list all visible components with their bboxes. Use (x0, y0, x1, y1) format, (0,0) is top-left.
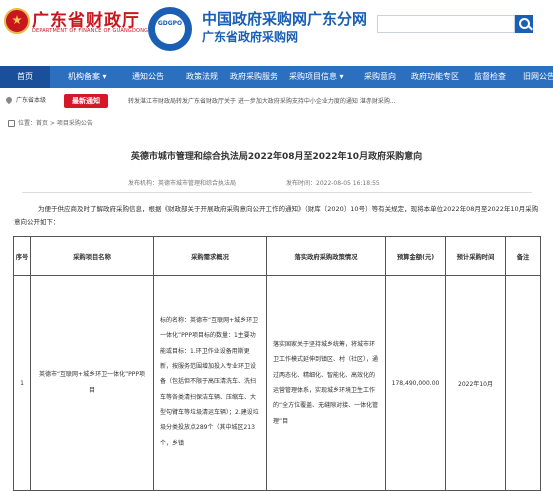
location-pin-icon (4, 95, 14, 105)
header-index: 序号 (13, 236, 31, 276)
nav-old-notices[interactable]: 旧网公告 (523, 66, 553, 88)
cell-project-name: 英德市“互联网+城乡环卫一体化”PPP项目 (30, 275, 154, 491)
breadcrumb-text[interactable]: 位置：首页 > 项目采购公告 (18, 120, 93, 127)
site-header: 广东省财政厅 DEPARTMENT OF FINANCE OF GUANGDON… (0, 0, 553, 66)
search-button[interactable] (515, 15, 533, 33)
page-title: 英德市城市管理和综合执法局2022年08月至2022年10月政府采购意向 (130, 152, 423, 162)
nav-policies[interactable]: 政策法规 (186, 66, 218, 88)
policy-text: 落实国家关于坚持城乡统筹，将城市环卫工作模式延伸到镇区、村（社区），通过两态化、… (273, 341, 379, 425)
cell-remark (505, 275, 541, 491)
nav-org-filing[interactable]: 机构备案 ▾ (68, 66, 107, 88)
notice-marquee[interactable]: 转发湛江市财政局转发广东省财政厅关于 进一步加大政府采购支持中小企业力度的通知 … (128, 96, 553, 105)
table-header-row: 序号 采购项目名称 采购需求概况 落实政府采购政策情况 预算金额(元) 预计采购… (13, 236, 541, 276)
main-nav: 首页 机构备案 ▾ 通知公告 政策法规 政府采购服务 采购项目信息 ▾ 采购意向… (0, 66, 553, 88)
nav-procurement-intent[interactable]: 采购意向 (364, 66, 396, 88)
nav-home[interactable]: 首页 (0, 66, 50, 88)
header-demand: 采购需求概况 (153, 236, 267, 276)
cell-index: 1 (13, 275, 31, 491)
cell-time: 2022年10月 (445, 275, 506, 491)
search-icon (519, 18, 530, 29)
table-row: 1 英德市“互联网+城乡环卫一体化”PPP项目 标的名称：英德市“互联网+城乡环… (13, 275, 541, 491)
cell-demand: 标的名称：英德市“互联网+城乡环卫一体化”PPP项目标的数量：1主要功能或目标：… (153, 275, 267, 491)
info-bar: 广东省本级 最新通知 转发湛江市财政局转发广东省财政厅关于 进一步加大政府采购支… (0, 92, 553, 110)
region-selector[interactable]: 广东省本级 (16, 95, 46, 104)
publisher: 发布机构：英德市城市管理和综合执法局 (128, 180, 237, 187)
national-emblem-icon (4, 8, 30, 34)
divider (22, 192, 532, 193)
header-project-name: 采购项目名称 (30, 236, 154, 276)
header-time: 预计采购时间 (445, 236, 506, 276)
search-input[interactable] (377, 15, 515, 33)
nav-supervision[interactable]: 监督检查 (474, 66, 506, 88)
location-icon (8, 120, 15, 127)
nav-notices[interactable]: 通知公告 (132, 66, 164, 88)
gdgpo-logo-icon[interactable] (148, 7, 192, 51)
nav-procurement-service[interactable]: 政府采购服务 (230, 66, 278, 88)
site-title[interactable]: 中国政府采购网广东分网 (202, 8, 367, 29)
latest-notice-badge: 最新通知 (64, 94, 108, 108)
site-subtitle: 广东省政府采购网 (202, 30, 299, 44)
logo-text: GDGPO (157, 20, 183, 27)
breadcrumb: 位置：首页 > 项目采购公告 (8, 118, 93, 127)
project-name-text: 英德市“互联网+城乡环卫一体化”PPP项目 (38, 371, 146, 394)
cell-budget: 178,490,000.00 (385, 275, 446, 491)
publish-time: 发布时间：2022-08-05 16:18:55 (286, 180, 380, 187)
cell-policy: 落实国家关于坚持城乡统筹，将城市环卫工作模式延伸到镇区、村（社区），通过两态化、… (266, 275, 386, 491)
header-budget: 预算金额(元) (385, 236, 446, 276)
nav-project-info[interactable]: 采购项目信息 ▾ (289, 66, 344, 88)
demand-text: 标的名称：英德市“互联网+城乡环卫一体化”PPP项目标的数量：1主要功能或目标：… (160, 317, 259, 447)
procurement-intent-table: 序号 采购项目名称 采购需求概况 落实政府采购政策情况 预算金额(元) 预计采购… (13, 236, 541, 491)
intro-paragraph: 为便于供应商及时了解政府采购信息，根据《财政部关于开展政府采购意向公开工作的通知… (14, 205, 539, 226)
nav-gov-function-zone[interactable]: 政府功能专区 (411, 66, 459, 88)
header-policy: 落实政府采购政策情况 (266, 236, 386, 276)
header-remark: 备注 (505, 236, 541, 276)
